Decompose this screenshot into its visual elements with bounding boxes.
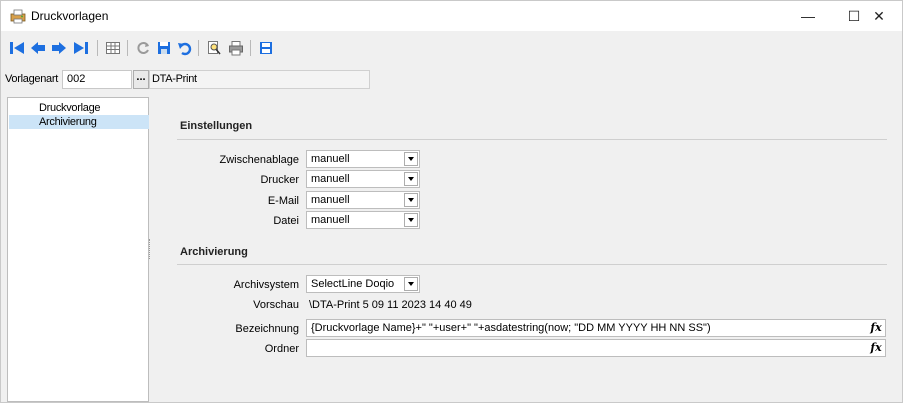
tree-item-druckvorlage[interactable]: Druckvorlage <box>9 101 149 115</box>
drucker-value: manuell <box>311 173 350 185</box>
vorlagenart-label: Vorlagenart <box>5 73 58 85</box>
minimize-icon: — <box>801 8 815 24</box>
email-value: manuell <box>311 194 350 206</box>
chevron-down-icon[interactable] <box>404 152 418 166</box>
archivsystem-select[interactable]: SelectLine Doqio <box>306 275 420 293</box>
close-button[interactable]: ✕ <box>856 1 902 31</box>
print-icon[interactable] <box>228 40 244 56</box>
undo-icon[interactable] <box>177 40 193 56</box>
datei-label: Datei <box>273 215 299 227</box>
vorlagenart-lookup-button[interactable]: ... <box>133 70 149 89</box>
druckvorlagen-window: Druckvorlagen — ☐ ✕ Vorlagenart 002 ... … <box>0 0 903 403</box>
section-divider <box>177 139 887 140</box>
vorschau-value: \DTA-Print 5 09 11 2023 14 40 49 <box>309 299 472 311</box>
vorlagenart-name-field: DTA-Print <box>149 70 370 89</box>
zwischenablage-value: manuell <box>311 153 350 165</box>
datei-select[interactable]: manuell <box>306 211 420 229</box>
section-divider <box>177 264 887 265</box>
section-archivierung-title: Archivierung <box>180 246 248 258</box>
last-record-icon[interactable] <box>73 40 89 56</box>
vorschau-label: Vorschau <box>253 299 299 311</box>
chevron-down-icon[interactable] <box>404 172 418 186</box>
function-editor-icon[interactable]: fx <box>868 340 884 356</box>
ordner-input[interactable] <box>306 339 886 357</box>
archivsystem-label: Archivsystem <box>233 279 299 291</box>
chevron-down-icon[interactable] <box>404 193 418 207</box>
table-view-icon[interactable] <box>105 40 121 56</box>
save-disk-icon[interactable] <box>258 40 274 56</box>
close-icon: ✕ <box>873 7 885 24</box>
bezeichnung-label: Bezeichnung <box>235 323 299 335</box>
save-icon[interactable] <box>156 40 172 56</box>
zwischenablage-label: Zwischenablage <box>219 154 300 166</box>
toolbar <box>1 35 902 61</box>
bezeichnung-input[interactable]: {Druckvorlage Name}+" "+user+" "+asdates… <box>306 319 886 337</box>
window-title: Druckvorlagen <box>31 9 109 23</box>
first-record-icon[interactable] <box>9 40 25 56</box>
minimize-button[interactable]: — <box>785 1 831 31</box>
toolbar-separator <box>127 40 128 56</box>
zwischenablage-select[interactable]: manuell <box>306 150 420 168</box>
vorlagenart-input[interactable]: 002 <box>62 70 132 89</box>
email-select[interactable]: manuell <box>306 191 420 209</box>
drucker-select[interactable]: manuell <box>306 170 420 188</box>
vorlagenart-row: Vorlagenart 002 ... DTA-Print <box>1 69 902 91</box>
section-einstellungen-title: Einstellungen <box>180 120 253 132</box>
archivsystem-value: SelectLine Doqio <box>311 278 395 290</box>
toolbar-separator <box>198 40 199 56</box>
chevron-down-icon[interactable] <box>404 277 418 291</box>
navigation-tree: Druckvorlage Archivierung <box>7 97 149 402</box>
refresh-icon[interactable] <box>135 40 151 56</box>
previous-record-icon[interactable] <box>30 40 46 56</box>
ordner-label: Ordner <box>264 343 299 355</box>
title-bar: Druckvorlagen — ☐ ✕ <box>1 1 902 31</box>
email-label: E-Mail <box>267 195 299 207</box>
next-record-icon[interactable] <box>51 40 67 56</box>
drucker-label: Drucker <box>260 174 299 186</box>
toolbar-separator <box>97 40 98 56</box>
datei-value: manuell <box>311 214 350 226</box>
function-editor-icon[interactable]: fx <box>868 320 884 336</box>
chevron-down-icon[interactable] <box>404 213 418 227</box>
print-preview-icon[interactable] <box>206 40 222 56</box>
tree-item-archivierung[interactable]: Archivierung <box>9 115 149 129</box>
settings-panel: Einstellungen Zwischenablage manuell Dru… <box>151 97 902 402</box>
toolbar-separator <box>250 40 251 56</box>
app-printer-icon <box>10 9 26 24</box>
